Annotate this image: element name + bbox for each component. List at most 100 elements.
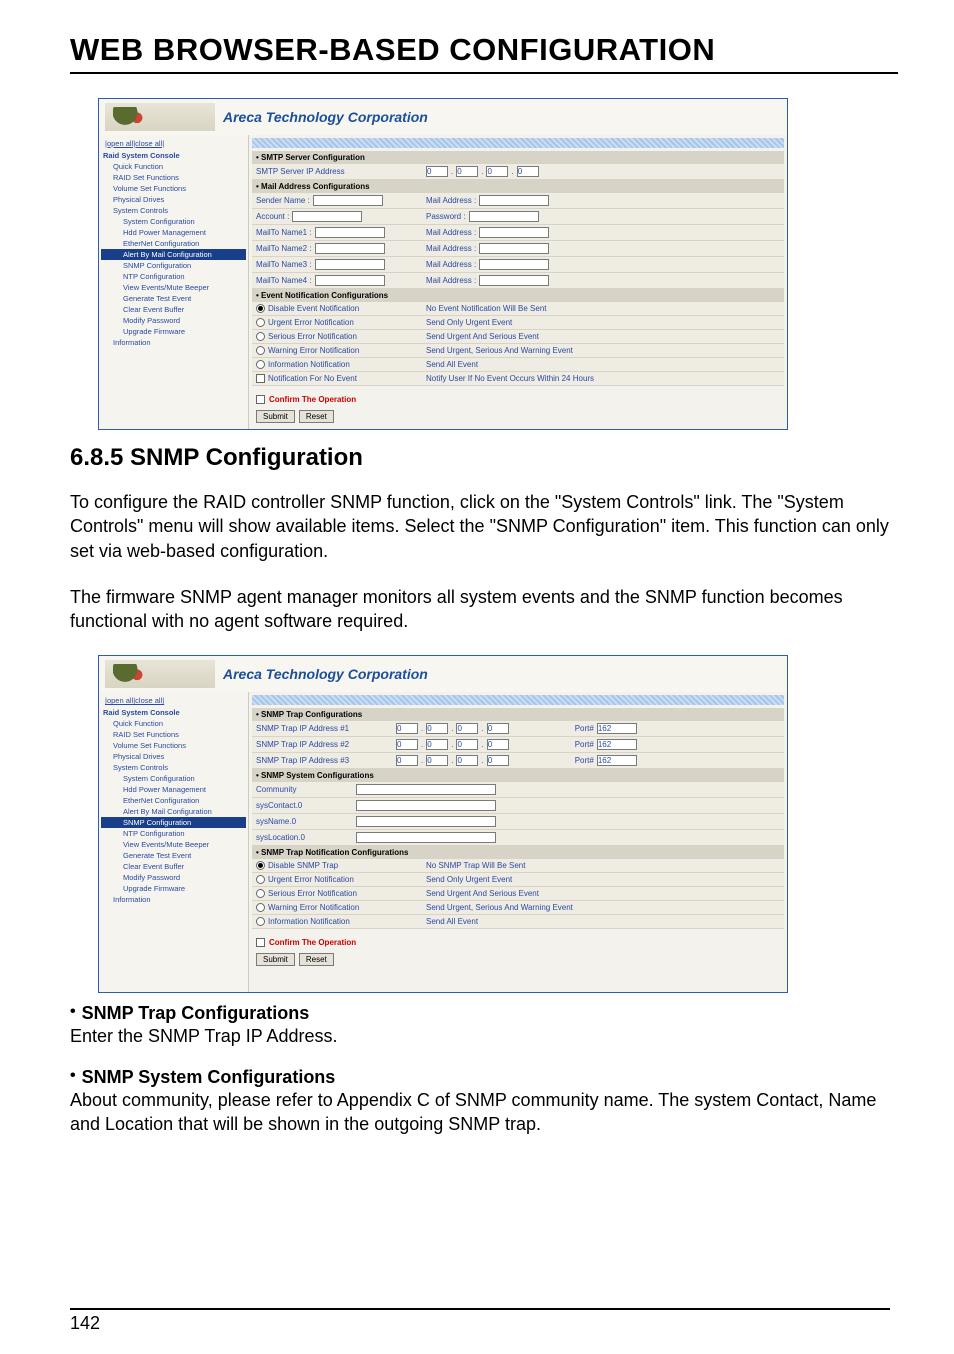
reset-button[interactable]: Reset bbox=[299, 953, 334, 966]
ip-octet-input[interactable]: 0 bbox=[487, 739, 509, 750]
radio-urgent[interactable] bbox=[256, 318, 265, 327]
pattern-bar bbox=[252, 138, 784, 148]
port-label: Port# bbox=[575, 756, 594, 765]
password-input[interactable] bbox=[469, 211, 539, 222]
tree-item[interactable]: Physical Drives bbox=[101, 194, 246, 205]
account-input[interactable] bbox=[292, 211, 362, 222]
mail-input[interactable] bbox=[479, 259, 549, 270]
ip-octet-input[interactable]: 0 bbox=[517, 166, 539, 177]
tree-item[interactable]: Generate Test Event bbox=[101, 850, 246, 861]
ip-octet-input[interactable]: 0 bbox=[456, 166, 478, 177]
radio-disable[interactable] bbox=[256, 861, 265, 870]
radio-info[interactable] bbox=[256, 360, 265, 369]
radio-warning[interactable] bbox=[256, 903, 265, 912]
ip-octet-input[interactable]: 0 bbox=[456, 723, 478, 734]
desc: Send All Event bbox=[422, 358, 784, 371]
radio-disable[interactable] bbox=[256, 304, 265, 313]
ip-octet-input[interactable]: 0 bbox=[396, 755, 418, 766]
mailto-input[interactable] bbox=[315, 243, 385, 254]
tree-item[interactable]: Information bbox=[101, 894, 246, 905]
syscontact-input[interactable] bbox=[356, 800, 496, 811]
mailto-input[interactable] bbox=[315, 275, 385, 286]
port-input[interactable]: 162 bbox=[597, 739, 637, 750]
tree-item[interactable]: System Controls bbox=[101, 205, 246, 216]
tree-item[interactable]: Hdd Power Management bbox=[101, 784, 246, 795]
radio-warning[interactable] bbox=[256, 346, 265, 355]
radio-serious[interactable] bbox=[256, 889, 265, 898]
ip-octet-input[interactable]: 0 bbox=[426, 166, 448, 177]
desc: Send Only Urgent Event bbox=[422, 316, 784, 329]
tree-item[interactable]: Information bbox=[101, 337, 246, 348]
tree-item[interactable]: SNMP Configuration bbox=[101, 260, 246, 271]
ip-octet-input[interactable]: 0 bbox=[456, 739, 478, 750]
tree-item[interactable]: RAID Set Functions bbox=[101, 729, 246, 740]
ip-octet-input[interactable]: 0 bbox=[487, 723, 509, 734]
tree-item[interactable]: System Configuration bbox=[101, 773, 246, 784]
tree-root[interactable]: Raid System Console bbox=[101, 150, 246, 161]
port-label: Port# bbox=[575, 724, 594, 733]
tree-item[interactable]: NTP Configuration bbox=[101, 271, 246, 282]
port-input[interactable]: 162 bbox=[597, 755, 637, 766]
port-input[interactable]: 162 bbox=[597, 723, 637, 734]
tree-item[interactable]: RAID Set Functions bbox=[101, 172, 246, 183]
mailto-input[interactable] bbox=[315, 259, 385, 270]
ip-octet-input[interactable]: 0 bbox=[486, 166, 508, 177]
label: Disable SNMP Trap bbox=[268, 861, 338, 870]
ip-octet-input[interactable]: 0 bbox=[487, 755, 509, 766]
ip-octet-input[interactable]: 0 bbox=[396, 723, 418, 734]
sysname-input[interactable] bbox=[356, 816, 496, 827]
bullet-icon: • bbox=[70, 1067, 76, 1088]
tree-item[interactable]: Hdd Power Management bbox=[101, 227, 246, 238]
tree-item[interactable]: View Events/Mute Beeper bbox=[101, 282, 246, 293]
page-title: WEB BROWSER-BASED CONFIGURATION bbox=[70, 32, 898, 74]
reset-button[interactable]: Reset bbox=[299, 410, 334, 423]
tree-item-selected[interactable]: SNMP Configuration bbox=[101, 817, 246, 828]
confirm-checkbox[interactable] bbox=[256, 938, 265, 947]
tree-item[interactable]: Modify Password bbox=[101, 872, 246, 883]
tree-item[interactable]: Clear Event Buffer bbox=[101, 861, 246, 872]
submit-button[interactable]: Submit bbox=[256, 953, 295, 966]
radio-urgent[interactable] bbox=[256, 875, 265, 884]
checkbox-noevent[interactable] bbox=[256, 374, 265, 383]
label: MailTo Name1 : bbox=[256, 228, 312, 237]
tree-item[interactable]: Physical Drives bbox=[101, 751, 246, 762]
tree-item[interactable]: Volume Set Functions bbox=[101, 183, 246, 194]
tree-item[interactable]: Quick Function bbox=[101, 161, 246, 172]
community-input[interactable] bbox=[356, 784, 496, 795]
tree-item[interactable]: EtherNet Configuration bbox=[101, 238, 246, 249]
tree-item[interactable]: Alert By Mail Configuration bbox=[101, 806, 246, 817]
mail-input[interactable] bbox=[479, 227, 549, 238]
mail-input[interactable] bbox=[479, 243, 549, 254]
ip-octet-input[interactable]: 0 bbox=[426, 739, 448, 750]
tree-item[interactable]: Volume Set Functions bbox=[101, 740, 246, 751]
open-close-all[interactable]: |open all|close all| bbox=[101, 694, 246, 707]
mailto-input[interactable] bbox=[315, 227, 385, 238]
radio-serious[interactable] bbox=[256, 332, 265, 341]
tree-item[interactable]: EtherNet Configuration bbox=[101, 795, 246, 806]
ip-octet-input[interactable]: 0 bbox=[396, 739, 418, 750]
tree-item[interactable]: View Events/Mute Beeper bbox=[101, 839, 246, 850]
tree-item[interactable]: Quick Function bbox=[101, 718, 246, 729]
confirm-checkbox[interactable] bbox=[256, 395, 265, 404]
open-close-all[interactable]: |open all|close all| bbox=[101, 137, 246, 150]
submit-button[interactable]: Submit bbox=[256, 410, 295, 423]
tree-item[interactable]: Upgrade Firmware bbox=[101, 883, 246, 894]
ip-octet-input[interactable]: 0 bbox=[426, 755, 448, 766]
tree-item[interactable]: System Configuration bbox=[101, 216, 246, 227]
tree-item[interactable]: System Controls bbox=[101, 762, 246, 773]
tree-item-selected[interactable]: Alert By Mail Configuration bbox=[101, 249, 246, 260]
mail-input[interactable] bbox=[479, 275, 549, 286]
tree-item[interactable]: NTP Configuration bbox=[101, 828, 246, 839]
radio-info[interactable] bbox=[256, 917, 265, 926]
tree-item[interactable]: Upgrade Firmware bbox=[101, 326, 246, 337]
label: SNMP Trap IP Address #3 bbox=[252, 753, 392, 768]
tree-item[interactable]: Clear Event Buffer bbox=[101, 304, 246, 315]
mail-input[interactable] bbox=[479, 195, 549, 206]
tree-root[interactable]: Raid System Console bbox=[101, 707, 246, 718]
sender-input[interactable] bbox=[313, 195, 383, 206]
ip-octet-input[interactable]: 0 bbox=[456, 755, 478, 766]
tree-item[interactable]: Generate Test Event bbox=[101, 293, 246, 304]
tree-item[interactable]: Modify Password bbox=[101, 315, 246, 326]
syslocation-input[interactable] bbox=[356, 832, 496, 843]
ip-octet-input[interactable]: 0 bbox=[426, 723, 448, 734]
